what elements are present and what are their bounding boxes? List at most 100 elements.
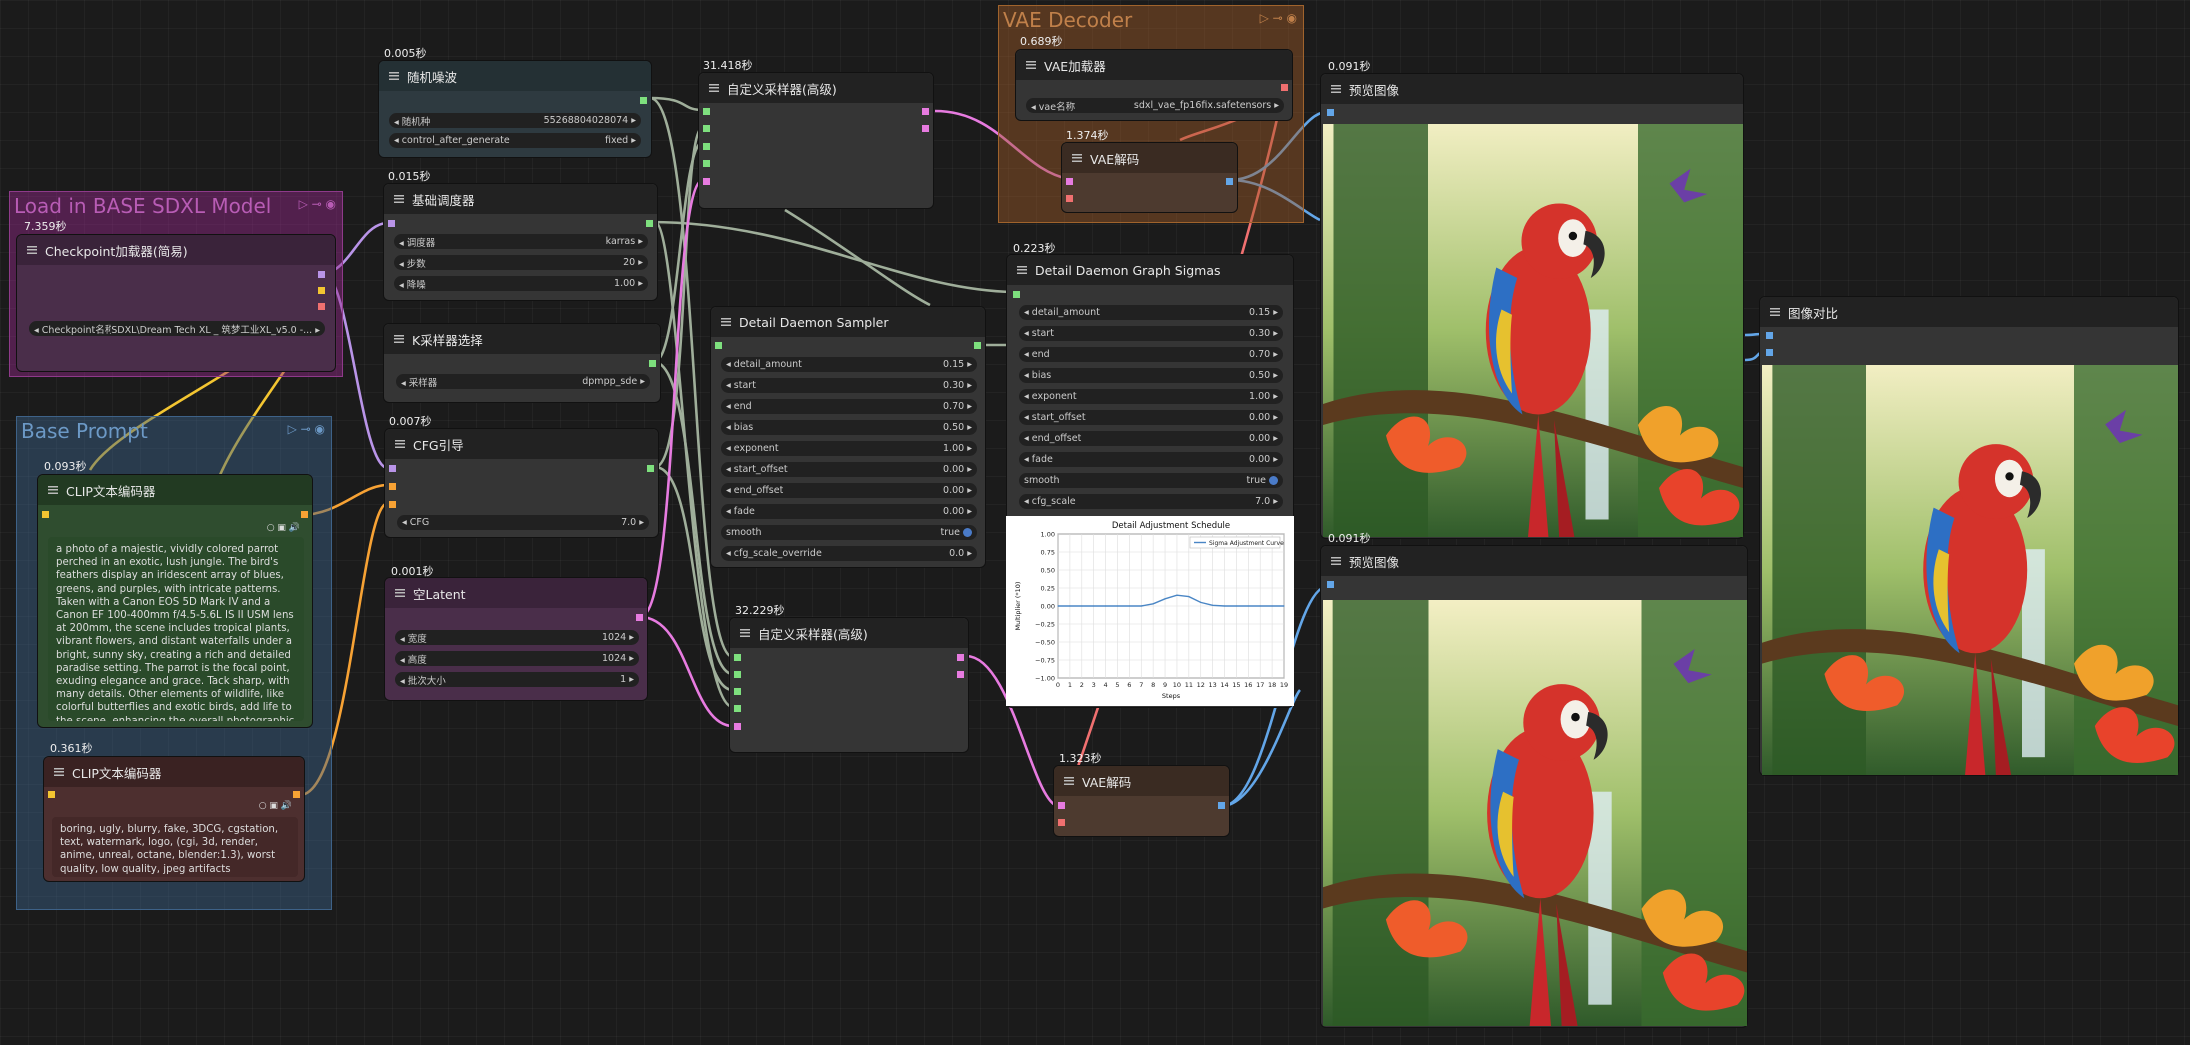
menu-icon[interactable]	[48, 486, 58, 494]
batch-size-field[interactable]: ◂ 批次大小 1 ▸	[395, 672, 639, 687]
vae-name-combo[interactable]: ◂ vae名称 sdxl_vae_fp16fix.safetensors ▸	[1026, 98, 1284, 113]
input-port-sampler[interactable]	[703, 143, 710, 150]
input-port-sampler[interactable]	[734, 688, 741, 695]
end-offset-field[interactable]: ◂ end_offset 0.00 ▸	[1019, 431, 1283, 446]
smooth-toggle[interactable]: smooth true	[721, 525, 977, 540]
height-field[interactable]: ◂ 高度 1024 ▸	[395, 651, 639, 666]
menu-icon[interactable]	[721, 318, 731, 326]
output-port-denoised[interactable]	[922, 125, 929, 132]
bias-field[interactable]: ◂ bias 0.50 ▸	[1019, 368, 1283, 383]
menu-icon[interactable]	[54, 768, 64, 776]
output-port-image[interactable]	[1226, 178, 1233, 185]
start-field[interactable]: ◂ start 0.30 ▸	[721, 378, 977, 393]
input-port-images[interactable]	[1327, 581, 1334, 588]
input-port-sampler[interactable]	[715, 342, 722, 349]
cfg-scale-field[interactable]: ◂ cfg_scale 7.0 ▸	[1019, 494, 1283, 509]
menu-icon[interactable]	[1331, 85, 1341, 93]
input-port-noise[interactable]	[703, 108, 710, 115]
menu-icon[interactable]	[394, 195, 404, 203]
detail-amount-field[interactable]: ◂ detail_amount 0.15 ▸	[1019, 305, 1283, 320]
empty-latent-node[interactable]: 空Latent ◂ 宽度 1024 ▸ ◂ 高度 1024 ▸ ◂ 批次大小 1 ▸	[384, 577, 648, 701]
menu-icon[interactable]	[1331, 557, 1341, 565]
compare-image[interactable]	[1762, 365, 2178, 775]
output-port-output[interactable]	[922, 108, 929, 115]
input-port-samples[interactable]	[1066, 178, 1073, 185]
menu-icon[interactable]	[1072, 154, 1082, 162]
input-port-sigmas[interactable]	[734, 705, 741, 712]
input-port-negative[interactable]	[389, 501, 396, 508]
smooth-toggle[interactable]: smooth true	[1019, 473, 1283, 488]
input-port-sigmas[interactable]	[1013, 291, 1020, 298]
menu-icon[interactable]	[1026, 61, 1036, 69]
end-offset-field[interactable]: ◂ end_offset 0.00 ▸	[721, 483, 977, 498]
fade-field[interactable]: ◂ fade 0.00 ▸	[721, 504, 977, 519]
negative-prompt-textarea[interactable]: boring, ugly, blurry, fake, 3DCG, cgstat…	[52, 817, 298, 877]
input-port-clip[interactable]	[48, 791, 55, 798]
input-port-guider[interactable]	[703, 125, 710, 132]
menu-icon[interactable]	[709, 84, 719, 92]
prompt-textarea[interactable]: a photo of a majestic, vividly colored p…	[48, 537, 304, 721]
output-port-guider[interactable]	[647, 465, 654, 472]
input-port-image-b[interactable]	[1766, 349, 1773, 356]
input-port-images[interactable]	[1327, 109, 1334, 116]
preview-image-node-1[interactable]: 预览图像	[1320, 73, 1744, 539]
cfg-scale-override-field[interactable]: ◂ cfg_scale_override 0.0 ▸	[721, 546, 977, 561]
output-port-image[interactable]	[1218, 802, 1225, 809]
group-controls-icon[interactable]: ▷ ⊸ ◉	[288, 422, 325, 436]
input-port-latent[interactable]	[734, 723, 741, 730]
noise-seed-field[interactable]: ◂ 随机种 552688040280​74 ▸	[389, 113, 641, 128]
input-port-image-a[interactable]	[1766, 332, 1773, 339]
steps-field[interactable]: ◂ 步数 20 ▸	[394, 255, 648, 270]
scheduler-combo[interactable]: ◂ 调度器 karras ▸	[394, 234, 648, 249]
menu-icon[interactable]	[1064, 777, 1074, 785]
checkpoint-name-combo[interactable]: ◂ Checkpoint名称 SDXL\Dream Tech XL _ 筑梦工业X…	[29, 321, 325, 336]
output-port-latent[interactable]	[636, 614, 643, 621]
custom-sampler-advanced-node-2[interactable]: 自定义采样器(高级)	[729, 617, 969, 753]
menu-icon[interactable]	[395, 440, 405, 448]
clip-text-encode-negative-node[interactable]: CLIP文本编码器 ○ ▣ 🔊 boring, ugly, blurry, fa…	[43, 756, 305, 882]
custom-sampler-advanced-node-1[interactable]: 自定义采样器(高级)	[698, 72, 934, 209]
menu-icon[interactable]	[395, 589, 405, 597]
end-field[interactable]: ◂ end 0.70 ▸	[721, 399, 977, 414]
start-offset-field[interactable]: ◂ start_offset 0.00 ▸	[721, 462, 977, 477]
ksampler-select-node[interactable]: K采样器选择 ◂ 采样器 dpmpp_sde ▸	[383, 323, 661, 403]
vae-decode-node-1[interactable]: VAE解码	[1061, 142, 1238, 213]
output-port-conditioning[interactable]	[293, 791, 300, 798]
end-field[interactable]: ◂ end 0.70 ▸	[1019, 347, 1283, 362]
menu-icon[interactable]	[740, 629, 750, 637]
cfg-field[interactable]: ◂ CFG 7.0 ▸	[397, 515, 649, 530]
basic-scheduler-node[interactable]: 基础调度器 ◂ 调度器 karras ▸ ◂ 步数 20 ▸ ◂ 降噪 1.00 ▸	[383, 183, 658, 301]
preview-image-node-2[interactable]: 预览图像	[1320, 545, 1748, 1028]
input-port-vae[interactable]	[1066, 195, 1073, 202]
detail-amount-field[interactable]: ◂ detail_amount 0.15 ▸	[721, 357, 977, 372]
input-port-latent[interactable]	[703, 178, 710, 185]
group-controls-icon[interactable]: ▷ ⊸ ◉	[1260, 11, 1297, 25]
input-port-positive[interactable]	[389, 483, 396, 490]
detail-daemon-sampler-node[interactable]: Detail Daemon Sampler ◂ detail_amount 0.1…	[710, 306, 986, 568]
exponent-field[interactable]: ◂ exponent 1.00 ▸	[1019, 389, 1283, 404]
input-port-guider[interactable]	[734, 671, 741, 678]
input-port-model[interactable]	[389, 465, 396, 472]
vae-decode-node-2[interactable]: VAE解码	[1053, 765, 1230, 837]
checkpoint-loader-node[interactable]: Checkpoint加载器(简易) ◂ Checkpoint名称 SDXL\Dre…	[16, 234, 336, 372]
control-after-generate-combo[interactable]: ◂ control_after_generate fixed ▸	[389, 133, 641, 148]
exponent-field[interactable]: ◂ exponent 1.00 ▸	[721, 441, 977, 456]
input-port-clip[interactable]	[42, 511, 49, 518]
output-port-output[interactable]	[957, 654, 964, 661]
start-offset-field[interactable]: ◂ start_offset 0.00 ▸	[1019, 410, 1283, 425]
sampler-name-combo[interactable]: ◂ 采样器 dpmpp_sde ▸	[396, 374, 650, 389]
image-compare-node[interactable]: 图像对比	[1759, 296, 2179, 776]
output-port-sampler[interactable]	[974, 342, 981, 349]
output-port-vae[interactable]	[1281, 84, 1288, 91]
menu-icon[interactable]	[1017, 266, 1027, 274]
input-port-samples[interactable]	[1058, 802, 1065, 809]
width-field[interactable]: ◂ 宽度 1024 ▸	[395, 630, 639, 645]
menu-icon[interactable]	[1770, 308, 1780, 316]
random-noise-node[interactable]: 随机噪波 ◂ 随机种 552688040280​74 ▸ ◂ control_af…	[378, 60, 652, 158]
output-port-noise[interactable]	[640, 97, 647, 104]
clip-text-encode-positive-node[interactable]: CLIP文本编码器 ○ ▣ 🔊 a photo of a majestic, v…	[37, 474, 313, 728]
group-controls-icon[interactable]: ▷ ⊸ ◉	[299, 197, 336, 211]
menu-icon[interactable]	[394, 335, 404, 343]
preview-image[interactable]	[1323, 124, 1743, 537]
textbox-toolbar-icon[interactable]: ○ ▣ 🔊	[267, 523, 300, 533]
